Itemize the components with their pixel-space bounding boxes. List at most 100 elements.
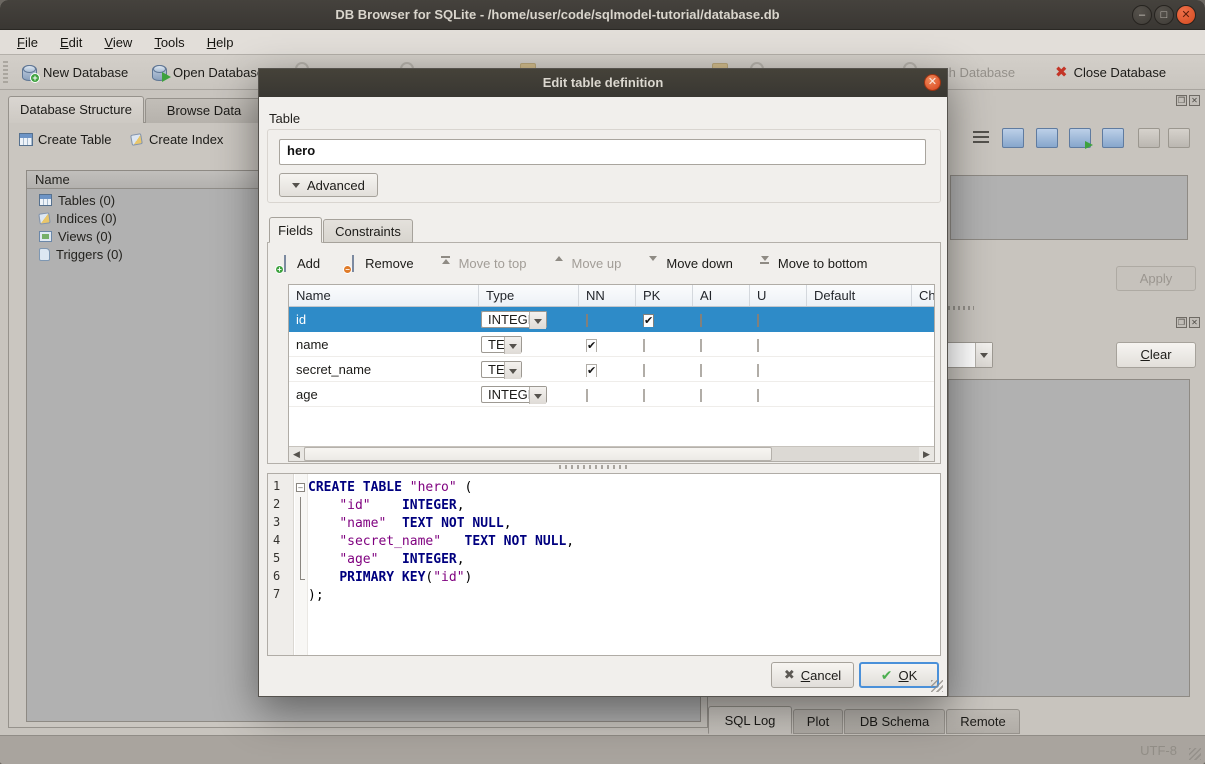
- tab-database-structure[interactable]: Database Structure: [8, 96, 144, 123]
- menu-tools[interactable]: Tools: [143, 32, 195, 53]
- field-row-name[interactable]: nameTEXT: [289, 332, 934, 357]
- tab-browse-data[interactable]: Browse Data: [145, 98, 263, 123]
- field-row-id[interactable]: idINTEGER: [289, 307, 934, 332]
- toolbar-drag-handle[interactable]: [3, 61, 8, 83]
- pk-checkbox[interactable]: [643, 364, 645, 377]
- resize-grip[interactable]: [1189, 748, 1201, 760]
- tab-constraints[interactable]: Constraints: [323, 219, 413, 243]
- clear-button[interactable]: Clear: [1116, 342, 1196, 368]
- type-dropdown[interactable]: TEXT: [481, 336, 522, 353]
- field-name-cell[interactable]: name: [289, 337, 479, 352]
- close-database-button[interactable]: ✖ Close Database: [1055, 61, 1166, 84]
- u-checkbox[interactable]: [757, 314, 759, 327]
- bottom-tab-db-schema[interactable]: DB Schema: [844, 709, 945, 734]
- create-table-button[interactable]: Create Table: [19, 132, 111, 147]
- nn-checkbox[interactable]: [586, 389, 588, 402]
- scroll-right-icon[interactable]: ▶: [919, 447, 934, 461]
- ai-checkbox[interactable]: [700, 314, 702, 327]
- scrollbar-thumb[interactable]: [304, 447, 772, 461]
- cancel-button[interactable]: ✖ Cancel: [771, 662, 854, 688]
- dock-float-icon[interactable]: ❐: [1176, 95, 1187, 106]
- bottom-tab-plot[interactable]: Plot: [793, 709, 843, 734]
- menu-edit[interactable]: Edit: [49, 32, 93, 53]
- pk-checkbox[interactable]: [643, 339, 645, 352]
- menu-help[interactable]: Help: [196, 32, 245, 53]
- dock2-close-icon[interactable]: ✕: [1189, 317, 1200, 328]
- column-header-u[interactable]: U: [750, 285, 807, 306]
- edit-cell-box[interactable]: [950, 175, 1188, 240]
- field-name-cell[interactable]: age: [289, 387, 479, 402]
- type-dropdown[interactable]: INTEGER: [481, 311, 547, 328]
- menu-view[interactable]: View: [93, 32, 143, 53]
- ai-checkbox[interactable]: [700, 339, 702, 352]
- close-icon[interactable]: ✕: [1176, 5, 1196, 25]
- set-null-icon: [1138, 128, 1160, 148]
- ai-checkbox[interactable]: [700, 389, 702, 402]
- table-name-input[interactable]: hero: [279, 139, 926, 165]
- menu-file[interactable]: File: [6, 32, 49, 53]
- open-in-editor-icon[interactable]: [1069, 128, 1091, 148]
- word-wrap-icon[interactable]: [973, 131, 989, 145]
- fold-marker-icon[interactable]: –: [294, 479, 308, 497]
- field-type-cell: INTEGER: [479, 385, 579, 404]
- move-to-bottom-button[interactable]: Move to bottom: [759, 256, 868, 271]
- move-down-button[interactable]: Move down: [647, 256, 732, 271]
- remove-button[interactable]: –Remove: [346, 256, 413, 271]
- nn-checkbox[interactable]: [586, 314, 588, 327]
- create-index-button[interactable]: Create Index: [129, 132, 223, 147]
- close-database-icon: ✖: [1055, 65, 1068, 80]
- sql-line: 5 "age" INTEGER,: [268, 551, 940, 569]
- nn-checkbox[interactable]: [586, 364, 597, 377]
- field-row-age[interactable]: ageINTEGER: [289, 382, 934, 407]
- dock2-float-icon[interactable]: ❐: [1176, 317, 1187, 328]
- horizontal-scrollbar[interactable]: ◀ ▶: [289, 446, 934, 461]
- field-name-cell[interactable]: id: [289, 312, 479, 327]
- pk-checkbox[interactable]: [643, 389, 645, 402]
- type-dropdown[interactable]: TEXT: [481, 361, 522, 378]
- table-icon: [39, 194, 52, 206]
- bottom-tab-sql-log[interactable]: SQL Log: [708, 706, 792, 734]
- print-icon[interactable]: [1168, 128, 1190, 148]
- add-button[interactable]: +Add: [278, 256, 320, 271]
- column-header-type[interactable]: Type: [479, 285, 579, 306]
- ok-check-icon: ✔: [881, 667, 893, 684]
- open-database-button[interactable]: Open Database: [152, 61, 264, 84]
- dialog-resize-grip[interactable]: [931, 680, 943, 692]
- column-header-check[interactable]: Check: [912, 285, 935, 306]
- ok-button[interactable]: ✔ OK: [859, 662, 939, 688]
- nn-checkbox[interactable]: [586, 339, 597, 352]
- tab-fields[interactable]: Fields: [269, 217, 322, 243]
- advanced-button[interactable]: Advanced: [279, 173, 378, 197]
- column-header-pk[interactable]: PK: [636, 285, 693, 306]
- bottom-tab-remote[interactable]: Remote: [946, 709, 1020, 734]
- new-database-button[interactable]: + New Database: [22, 61, 128, 84]
- scroll-left-icon[interactable]: ◀: [289, 447, 304, 461]
- export-text-icon[interactable]: [1036, 128, 1058, 148]
- ai-checkbox[interactable]: [700, 364, 702, 377]
- u-checkbox[interactable]: [757, 389, 759, 402]
- maximize-icon[interactable]: □: [1154, 5, 1174, 25]
- dialog-close-icon[interactable]: ✕: [924, 74, 941, 91]
- minimize-icon[interactable]: –: [1132, 5, 1152, 25]
- sql-line: 7);: [268, 587, 940, 605]
- field-name-cell[interactable]: secret_name: [289, 362, 479, 377]
- sql-code[interactable]: 1–CREATE TABLE "hero" (2 "id" INTEGER,3 …: [268, 474, 940, 605]
- apply-button: Apply: [1116, 266, 1196, 291]
- column-header-name[interactable]: Name: [289, 285, 479, 306]
- column-header-nn[interactable]: NN: [579, 285, 636, 306]
- column-header-ai[interactable]: AI: [693, 285, 750, 306]
- u-checkbox[interactable]: [757, 364, 759, 377]
- type-dropdown[interactable]: INTEGER: [481, 386, 547, 403]
- window-title: DB Browser for SQLite - /home/user/code/…: [0, 0, 1115, 30]
- pk-checkbox[interactable]: [643, 314, 654, 327]
- encoding-indicator[interactable]: UTF-8: [1140, 743, 1177, 758]
- field-row-secret_name[interactable]: secret_nameTEXT: [289, 357, 934, 382]
- sql-log-view[interactable]: [948, 379, 1190, 697]
- dock-splitter-handle[interactable]: [948, 306, 974, 310]
- link-data-icon[interactable]: [1102, 128, 1124, 148]
- column-header-default[interactable]: Default: [807, 285, 912, 306]
- dock-close-icon[interactable]: ✕: [1189, 95, 1200, 106]
- import-text-icon[interactable]: [1002, 128, 1024, 148]
- splitter-handle[interactable]: [559, 465, 629, 469]
- u-checkbox[interactable]: [757, 339, 759, 352]
